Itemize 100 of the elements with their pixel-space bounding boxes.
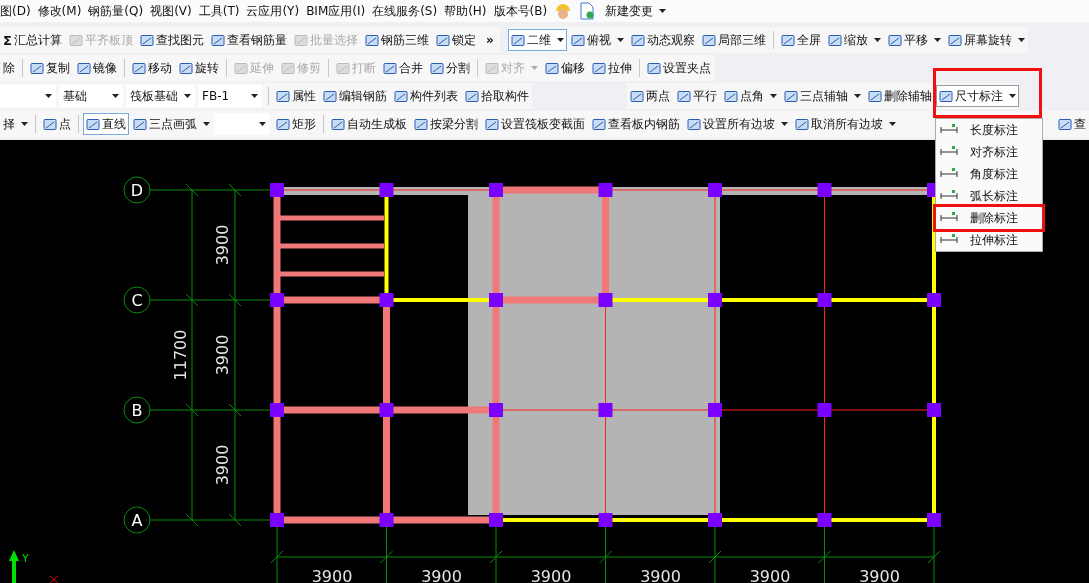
caret-icon bbox=[203, 122, 210, 126]
toolbar-button[interactable]: 查看钢筋量 bbox=[207, 29, 290, 51]
menu-item[interactable]: 图(D) bbox=[0, 2, 31, 20]
dropdown-select[interactable]: FB-1 bbox=[198, 85, 262, 107]
toolbar-button[interactable]: 点 bbox=[40, 113, 74, 135]
toolbar-button[interactable]: 除 bbox=[0, 57, 18, 79]
caret-icon bbox=[531, 66, 538, 70]
toolbar-button[interactable]: 查 bbox=[1055, 113, 1089, 135]
toolbar-button[interactable]: 尺寸标注 bbox=[936, 85, 1019, 107]
menu-item[interactable]: 在线服务(S) bbox=[372, 2, 438, 20]
toolbar-button[interactable]: 设置夹点 bbox=[644, 57, 714, 79]
toolbar-button[interactable]: 设置所有边坡 bbox=[684, 113, 791, 135]
dropdown-select[interactable] bbox=[214, 113, 270, 135]
toolbar-button[interactable]: 旋转 bbox=[176, 57, 222, 79]
tool-icon bbox=[276, 89, 290, 103]
tool-icon bbox=[827, 33, 842, 47]
toolbar-button[interactable]: 取消所有边坡 bbox=[792, 113, 899, 135]
toolbar-button[interactable]: 平行 bbox=[674, 85, 720, 107]
toolbar-button[interactable]: 按梁分割 bbox=[411, 113, 481, 135]
tool-icon bbox=[132, 61, 146, 75]
tool-icon bbox=[868, 89, 882, 103]
tool-icon bbox=[724, 89, 738, 103]
tool-icon bbox=[570, 33, 585, 47]
toolbar-button[interactable]: 查找图元 bbox=[136, 29, 207, 51]
dimension-label: 3900 bbox=[640, 567, 681, 583]
toolbar-button[interactable]: 直线 bbox=[83, 113, 129, 135]
toolbar-button[interactable]: 锁定 bbox=[432, 29, 479, 51]
menu-item[interactable]: 视图(V) bbox=[150, 2, 192, 20]
toolbar-button[interactable]: 俯视 bbox=[567, 29, 627, 51]
toolbar-button[interactable]: 设置筏板变截面 bbox=[482, 113, 588, 135]
toolbar-button[interactable]: 复制 bbox=[27, 57, 73, 79]
dropdown-select[interactable]: 基础 bbox=[59, 85, 123, 107]
menu-item[interactable]: 角度标注 bbox=[936, 163, 1042, 185]
toolbar-button[interactable]: 构件列表 bbox=[391, 85, 461, 107]
tool-icon bbox=[677, 89, 691, 103]
toolbar-button[interactable]: 属性 bbox=[273, 85, 319, 107]
toolbar-button[interactable]: 编辑钢筋 bbox=[320, 85, 390, 107]
menu-item[interactable]: 对齐标注 bbox=[936, 141, 1042, 163]
overflow-chevron[interactable]: » bbox=[479, 33, 500, 47]
toolbar-button[interactable]: 合并 bbox=[380, 57, 426, 79]
dimension-label: 3900 bbox=[530, 567, 572, 583]
menu-item[interactable]: 删除标注 bbox=[936, 207, 1042, 229]
toolbar-button[interactable]: 二维 bbox=[507, 29, 567, 51]
tool-icon bbox=[1058, 117, 1072, 131]
toolbar-button[interactable]: 删除辅轴 bbox=[865, 85, 935, 107]
toolbar-button[interactable]: 择 bbox=[0, 113, 31, 135]
tool-icon bbox=[630, 89, 644, 103]
toolbar-button[interactable]: 全屏 bbox=[777, 29, 824, 51]
menu-item[interactable]: 修改(M) bbox=[37, 2, 82, 20]
toolbar-button[interactable]: 两点 bbox=[627, 85, 673, 107]
menu-item[interactable]: 版本号(B) bbox=[493, 2, 548, 20]
dropdown-select[interactable] bbox=[0, 85, 56, 107]
tool-icon bbox=[276, 117, 290, 131]
tool-icon bbox=[281, 61, 295, 75]
toolbar-button[interactable]: 镜像 bbox=[74, 57, 120, 79]
menu-item[interactable]: 弧长标注 bbox=[936, 185, 1042, 207]
worker-avatar-icon[interactable] bbox=[554, 2, 573, 20]
menu-item[interactable]: 拉伸标注 bbox=[936, 229, 1042, 251]
tool-icon bbox=[701, 33, 716, 47]
axis-bubble: A bbox=[123, 506, 151, 534]
menu-item[interactable]: 长度标注 bbox=[936, 119, 1042, 141]
tool-icon bbox=[331, 117, 345, 131]
caret-icon bbox=[251, 94, 258, 98]
toolbar-button[interactable]: 缩放 bbox=[824, 29, 884, 51]
tool-icon bbox=[139, 33, 154, 47]
toolbar-button[interactable]: 矩形 bbox=[273, 113, 319, 135]
toolbar-button[interactable]: 自动生成板 bbox=[328, 113, 410, 135]
dropdown-select[interactable]: 筏板基础 bbox=[126, 85, 195, 107]
toolbar-button[interactable]: 屏幕旋转 bbox=[944, 29, 1028, 51]
tool-icon bbox=[887, 33, 902, 47]
toolbar-button[interactable]: 三点画弧 bbox=[130, 113, 213, 135]
toolbar-button[interactable]: 局部三维 bbox=[698, 29, 769, 51]
caret-icon bbox=[1017, 38, 1025, 42]
toolbar-button[interactable]: 分割 bbox=[427, 57, 473, 79]
tool-icon bbox=[414, 117, 428, 131]
toolbar-button[interactable]: 拾取构件 bbox=[462, 85, 532, 107]
tool-icon bbox=[465, 89, 479, 103]
toolbar-button[interactable]: 钢筋三维 bbox=[361, 29, 432, 51]
menu-item[interactable]: 云应用(Y) bbox=[246, 2, 300, 20]
document-icon[interactable] bbox=[579, 2, 596, 20]
tool-icon bbox=[179, 61, 193, 75]
toolbar-button[interactable]: 查看板内钢筋 bbox=[589, 113, 683, 135]
toolbar-button[interactable]: 偏移 bbox=[542, 57, 588, 79]
tool-icon bbox=[545, 61, 559, 75]
menu-item[interactable]: BIM应用(I) bbox=[306, 2, 366, 20]
axis-label: Y bbox=[22, 552, 29, 565]
tool-icon bbox=[592, 61, 606, 75]
toolbar-button[interactable]: 三点辅轴 bbox=[781, 85, 864, 107]
toolbar-button[interactable]: 点角 bbox=[721, 85, 780, 107]
menu-item[interactable]: 钢筋量(Q) bbox=[88, 2, 144, 20]
toolbar-button[interactable]: Σ 汇总计算 bbox=[0, 29, 65, 51]
tool-icon bbox=[293, 33, 308, 47]
menu-item[interactable]: 工具(T) bbox=[198, 2, 240, 20]
toolbar-button[interactable]: 拉伸 bbox=[589, 57, 635, 79]
toolbar-button[interactable]: 平移 bbox=[884, 29, 944, 51]
new-change-button[interactable]: 新建变更 bbox=[602, 0, 670, 22]
menu-item[interactable]: 帮助(H) bbox=[444, 2, 487, 20]
toolbar-button[interactable]: 移动 bbox=[129, 57, 175, 79]
toolbar-button[interactable]: 动态观察 bbox=[627, 29, 698, 51]
tool-icon bbox=[394, 89, 408, 103]
